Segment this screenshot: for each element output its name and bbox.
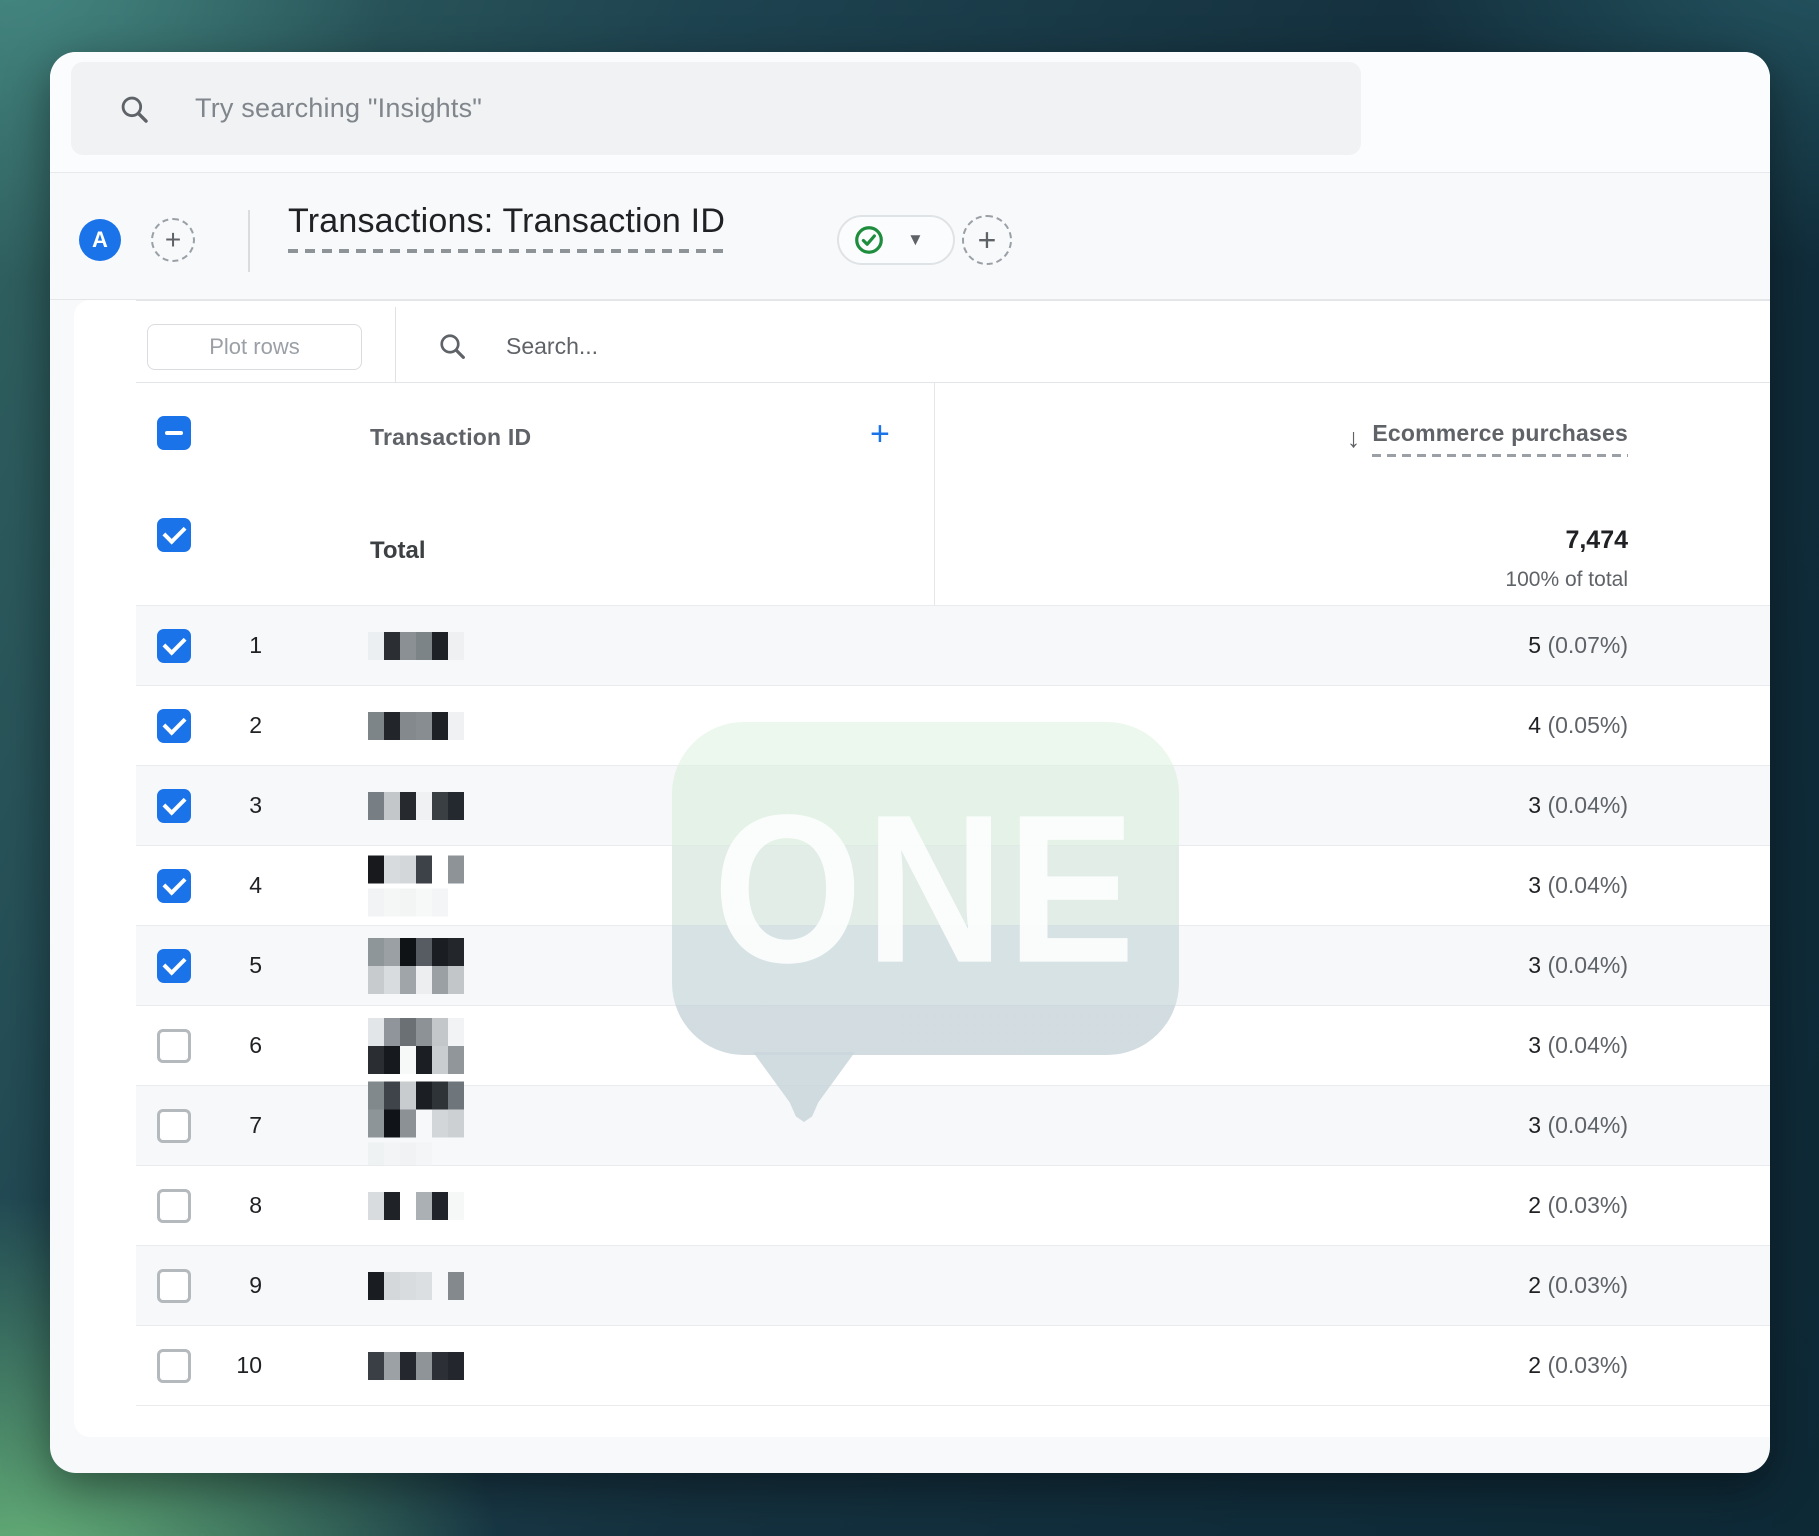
- metric-column-header[interactable]: ↓ Ecommerce purchases: [1347, 420, 1628, 457]
- header-top-border: [136, 382, 1770, 383]
- page-title[interactable]: Transactions: Transaction ID: [288, 202, 725, 253]
- row-value-number: 2: [1528, 1192, 1541, 1218]
- row-index: 4: [208, 872, 262, 899]
- row-value-share: (0.07%): [1541, 632, 1628, 658]
- row-checkbox[interactable]: [157, 709, 191, 743]
- row-index: 5: [208, 952, 262, 979]
- row-value: 3 (0.04%): [1528, 792, 1628, 819]
- row-checkbox[interactable]: [157, 629, 191, 663]
- row-value-share: (0.04%): [1541, 1032, 1628, 1058]
- row-value-number: 3: [1528, 1032, 1541, 1058]
- row-index: 7: [208, 1112, 262, 1139]
- row-index: 6: [208, 1032, 262, 1059]
- app-window: Try searching "Insights" A + Transaction…: [50, 52, 1770, 1473]
- add-panel-button[interactable]: +: [962, 215, 1012, 265]
- row-index: 8: [208, 1192, 262, 1219]
- row-value-share: (0.03%): [1541, 1272, 1628, 1298]
- row-checkbox[interactable]: [157, 1109, 191, 1143]
- row-checkbox[interactable]: [157, 949, 191, 983]
- row-checkbox[interactable]: [157, 789, 191, 823]
- total-value: 7,474: [1565, 526, 1628, 555]
- row-checkbox[interactable]: [157, 1029, 191, 1063]
- row-value-number: 3: [1528, 792, 1541, 818]
- row-value-number: 3: [1528, 952, 1541, 978]
- redacted-id: [368, 792, 464, 820]
- redacted-id: [368, 938, 464, 994]
- row-value-share: (0.04%): [1541, 872, 1628, 898]
- dimension-column-header[interactable]: Transaction ID: [370, 424, 531, 451]
- row-index: 10: [208, 1352, 262, 1379]
- row-value-share: (0.03%): [1541, 1192, 1628, 1218]
- table-row[interactable]: 10 2 (0.03%): [136, 1326, 1770, 1406]
- row-value-share: (0.04%): [1541, 1112, 1628, 1138]
- redacted-id: [368, 632, 464, 660]
- global-search-placeholder: Try searching "Insights": [195, 93, 482, 124]
- row-value-share: (0.03%): [1541, 1352, 1628, 1378]
- metric-header-label: Ecommerce purchases: [1372, 420, 1628, 457]
- watermark-text: ONE: [672, 705, 1179, 1071]
- row-value: 3 (0.04%): [1528, 952, 1628, 979]
- table-row[interactable]: 7 3 (0.04%): [136, 1086, 1770, 1166]
- total-share: 100% of total: [1505, 568, 1628, 592]
- add-tab-button[interactable]: +: [151, 218, 195, 262]
- row-value-number: 3: [1528, 872, 1541, 898]
- row-index: 9: [208, 1272, 262, 1299]
- redacted-id: [368, 712, 464, 740]
- check-circle-icon: [853, 224, 885, 256]
- row-value: 2 (0.03%): [1528, 1272, 1628, 1299]
- sort-descending-icon: ↓: [1347, 423, 1361, 454]
- row-value-number: 4: [1528, 712, 1541, 738]
- global-search-input[interactable]: Try searching "Insights": [71, 62, 1361, 155]
- table-search-input[interactable]: Search...: [436, 320, 598, 372]
- plot-rows-button[interactable]: Plot rows: [147, 324, 362, 370]
- row-value: 3 (0.04%): [1528, 1032, 1628, 1059]
- tab-bar: A + Transactions: Transaction ID ▼ +: [50, 174, 1770, 300]
- toolbar-divider: [395, 307, 396, 382]
- table-row[interactable]: 9 2 (0.03%): [136, 1246, 1770, 1326]
- row-checkbox[interactable]: [157, 869, 191, 903]
- row-value: 3 (0.04%): [1528, 1112, 1628, 1139]
- chevron-down-icon[interactable]: ▼: [907, 230, 924, 250]
- redacted-id: [368, 1081, 464, 1170]
- row-value: 2 (0.03%): [1528, 1192, 1628, 1219]
- toolbar-top-border: [136, 300, 1770, 301]
- row-value-number: 2: [1528, 1272, 1541, 1298]
- row-value-share: (0.05%): [1541, 712, 1628, 738]
- row-value: 5 (0.07%): [1528, 632, 1628, 659]
- row-index: 1: [208, 632, 262, 659]
- total-label: Total: [370, 537, 426, 565]
- table-row[interactable]: 8 2 (0.03%): [136, 1166, 1770, 1246]
- row-checkbox[interactable]: [157, 1269, 191, 1303]
- table-search-placeholder: Search...: [506, 333, 598, 360]
- redacted-id: [368, 855, 464, 916]
- row-checkbox[interactable]: [157, 1189, 191, 1223]
- search-icon: [117, 92, 151, 126]
- row-value-number: 3: [1528, 1112, 1541, 1138]
- row-value-share: (0.04%): [1541, 792, 1628, 818]
- redacted-id: [368, 1352, 464, 1380]
- row-value-number: 2: [1528, 1352, 1541, 1378]
- row-checkbox[interactable]: [157, 1349, 191, 1383]
- row-index: 3: [208, 792, 262, 819]
- row-value: 4 (0.05%): [1528, 712, 1628, 739]
- row-value-number: 5: [1528, 632, 1541, 658]
- tab-bar-divider: [248, 210, 250, 272]
- total-row-checkbox[interactable]: [157, 518, 191, 552]
- status-pill[interactable]: ▼: [837, 215, 955, 265]
- add-column-button[interactable]: +: [870, 417, 890, 451]
- redacted-id: [368, 1018, 464, 1074]
- row-value: 2 (0.03%): [1528, 1352, 1628, 1379]
- redacted-id: [368, 1192, 464, 1220]
- row-index: 2: [208, 712, 262, 739]
- global-search-strip: Try searching "Insights": [50, 52, 1770, 173]
- select-all-checkbox[interactable]: [157, 416, 191, 450]
- tab-chip-a[interactable]: A: [79, 219, 121, 261]
- table-search-icon: [436, 330, 468, 362]
- row-value: 3 (0.04%): [1528, 872, 1628, 899]
- redacted-id: [368, 1272, 464, 1300]
- table-row[interactable]: 1 5 (0.07%): [136, 606, 1770, 686]
- row-value-share: (0.04%): [1541, 952, 1628, 978]
